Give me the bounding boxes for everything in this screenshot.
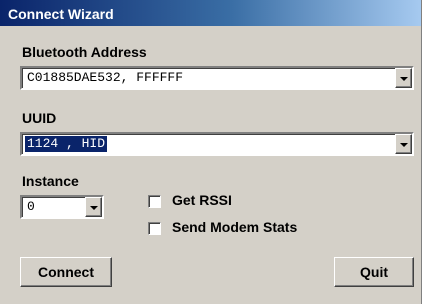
get-rssi-checkbox[interactable] bbox=[148, 195, 161, 208]
chevron-down-icon[interactable] bbox=[85, 197, 102, 217]
bluetooth-address-combobox[interactable]: C01885DAE532, FFFFFF bbox=[20, 66, 414, 90]
quit-button[interactable]: Quit bbox=[334, 257, 414, 287]
chevron-down-icon[interactable] bbox=[395, 68, 412, 88]
uuid-value: 1124 , HID bbox=[25, 136, 108, 152]
instance-value: 0 bbox=[27, 199, 35, 214]
connect-wizard-window: Connect Wizard Bluetooth Address C01885D… bbox=[0, 0, 422, 304]
bluetooth-address-label: Bluetooth Address bbox=[22, 44, 147, 60]
uuid-combobox[interactable]: 1124 , HID bbox=[20, 132, 414, 156]
chevron-down-icon[interactable] bbox=[395, 134, 412, 154]
get-rssi-label[interactable]: Get RSSI bbox=[172, 192, 232, 208]
send-modem-stats-checkbox[interactable] bbox=[148, 222, 161, 235]
instance-combobox[interactable]: 0 bbox=[20, 195, 104, 219]
title-bar[interactable]: Connect Wizard bbox=[0, 0, 421, 26]
window-title: Connect Wizard bbox=[8, 6, 114, 22]
uuid-label: UUID bbox=[22, 110, 57, 126]
send-modem-stats-label[interactable]: Send Modem Stats bbox=[172, 219, 297, 235]
bluetooth-address-value: C01885DAE532, FFFFFF bbox=[27, 70, 184, 85]
connect-button[interactable]: Connect bbox=[20, 257, 112, 287]
instance-label: Instance bbox=[22, 173, 79, 189]
